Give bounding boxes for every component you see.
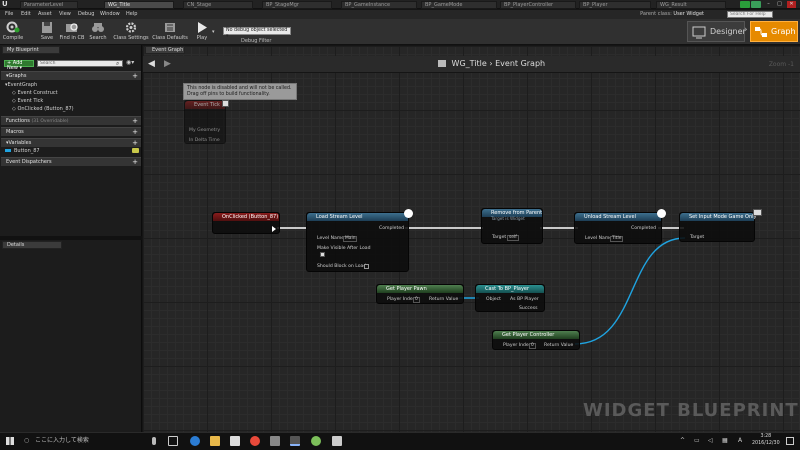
language-icon[interactable]: A bbox=[738, 437, 742, 444]
latent-clock-icon bbox=[404, 209, 413, 218]
node-remove-parent-subtitle: Target is Widget bbox=[491, 216, 525, 221]
chrome-icon[interactable] bbox=[250, 436, 260, 446]
taskbar-search-input[interactable]: ○ ここに入力して検索 bbox=[21, 434, 161, 448]
player-index-input[interactable]: 0 bbox=[413, 297, 420, 303]
level-name-input[interactable]: Title bbox=[610, 236, 624, 242]
node-cast-title: Cast To BP_Player bbox=[476, 285, 544, 293]
exec-out-pin-icon[interactable] bbox=[272, 226, 276, 232]
level-name-input[interactable]: Main bbox=[343, 236, 358, 242]
pin-in-delta-time: In Delta Time bbox=[189, 138, 220, 143]
pin-my-geometry: My Geometry bbox=[189, 128, 221, 133]
clock-date: 2016/12/30 bbox=[752, 441, 780, 446]
node-unload-stream-level[interactable]: Unload Stream Level Completed Level Name… bbox=[574, 209, 666, 244]
should-block-checkbox[interactable] bbox=[364, 264, 369, 269]
pin-level-name: Level Name bbox=[585, 236, 613, 241]
node-onclicked[interactable]: OnClicked (Button_87) bbox=[212, 212, 280, 234]
volume-icon[interactable]: ◁ bbox=[708, 437, 713, 444]
target-self-input[interactable]: self bbox=[507, 235, 519, 241]
pin-completed: Completed bbox=[379, 226, 405, 231]
app-icon[interactable] bbox=[311, 436, 321, 446]
node-load-stream-level[interactable]: Load Stream Level Completed Level Name M… bbox=[306, 209, 413, 272]
pin-level-name: Level Name bbox=[317, 236, 345, 241]
store-icon[interactable] bbox=[230, 436, 240, 446]
pin-success: Success bbox=[519, 306, 538, 311]
app-icon[interactable] bbox=[270, 436, 280, 446]
node-get-player-pawn[interactable]: Get Player Pawn Player Index 0 Return Va… bbox=[376, 284, 464, 304]
latent-clock-icon bbox=[657, 209, 666, 218]
taskbar-clock[interactable]: 3:28 2016/12/30 bbox=[752, 433, 780, 447]
pin-make-visible: Make Visible After Load bbox=[317, 246, 371, 251]
node-remove-from-parent[interactable]: Remove from Parent Target is Widget Targ… bbox=[481, 208, 543, 244]
make-visible-checkbox[interactable] bbox=[320, 252, 325, 257]
microphone-icon[interactable] bbox=[152, 437, 156, 445]
pin-player-index: Player Index bbox=[387, 297, 416, 302]
object-wire-controller-to-setinput bbox=[574, 237, 686, 345]
node-load-stream-title: Load Stream Level bbox=[307, 213, 408, 221]
taskbar-search-placeholder: ここに入力して検索 bbox=[35, 437, 89, 444]
network-icon[interactable]: ▭ bbox=[694, 437, 700, 444]
pin-completed: Completed bbox=[631, 226, 657, 231]
search-icon: ○ bbox=[24, 437, 30, 444]
disabled-node-tooltip: This node is disabled and will not be ca… bbox=[183, 83, 297, 100]
ime-icon[interactable]: ▦ bbox=[722, 437, 728, 444]
file-explorer-icon[interactable] bbox=[210, 436, 220, 446]
pin-target: Target bbox=[690, 235, 705, 240]
disabled-node-warning-icon bbox=[222, 100, 229, 107]
node-get-controller-title: Get Player Controller bbox=[493, 331, 579, 339]
photos-icon[interactable] bbox=[332, 436, 342, 446]
tray-chevron-icon[interactable]: ^ bbox=[680, 437, 685, 444]
node-event-tick-title: Event Tick bbox=[185, 101, 225, 109]
pin-object: Object bbox=[486, 297, 501, 302]
node-onclicked-title: OnClicked (Button_87) bbox=[213, 213, 279, 221]
pin-player-index: Player Index bbox=[503, 343, 532, 348]
node-set-input-mode[interactable]: Set Input Mode Game Only Target bbox=[679, 209, 762, 242]
pin-target: Target bbox=[492, 235, 507, 240]
node-get-pawn-title: Get Player Pawn bbox=[377, 285, 463, 293]
node-event-tick-disabled[interactable]: Event Tick My Geometry In Delta Time bbox=[184, 100, 226, 144]
pin-as-bp-player: As BP Player bbox=[510, 297, 539, 302]
pin-return-value: Return Value bbox=[544, 343, 574, 348]
notifications-icon[interactable] bbox=[786, 437, 794, 445]
node-unload-stream-title: Unload Stream Level bbox=[575, 213, 661, 221]
windows-start-icon[interactable] bbox=[6, 437, 14, 445]
widget-blueprint-watermark: WIDGET BLUEPRINT bbox=[583, 400, 799, 421]
monitor-icon bbox=[753, 209, 762, 216]
edge-browser-icon[interactable] bbox=[190, 436, 200, 446]
node-get-player-controller[interactable]: Get Player Controller Player Index 0 Ret… bbox=[492, 330, 580, 350]
player-index-input[interactable]: 0 bbox=[529, 343, 536, 349]
unreal-editor-icon[interactable] bbox=[290, 436, 300, 446]
clock-time: 3:28 bbox=[760, 434, 772, 439]
pin-return-value: Return Value bbox=[429, 297, 459, 302]
pin-should-block: Should Block on Load bbox=[317, 264, 367, 269]
node-set-input-title: Set Input Mode Game Only bbox=[680, 213, 756, 221]
node-cast-to-bp-player[interactable]: Cast To BP_Player Object As BP Player Su… bbox=[475, 284, 545, 312]
task-view-icon[interactable] bbox=[168, 436, 178, 446]
